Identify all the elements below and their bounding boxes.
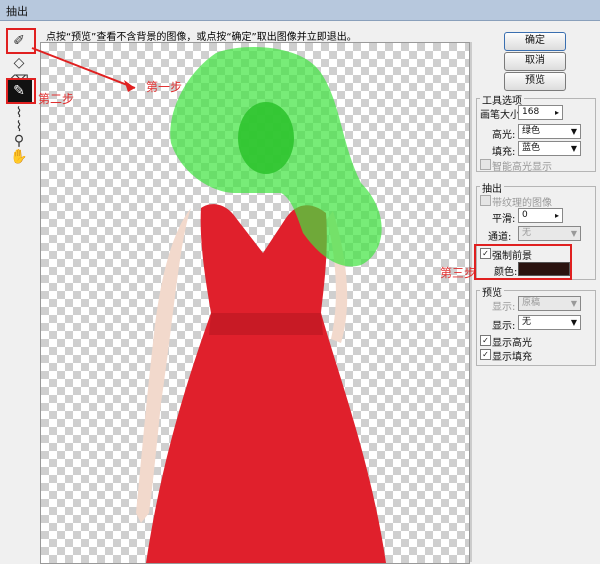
smooth-value: 0 xyxy=(522,210,528,220)
chevron-down-icon: ▼ xyxy=(570,229,577,238)
textured-image-checkbox[interactable] xyxy=(480,195,491,206)
smooth-label: 平滑: xyxy=(492,214,516,225)
show2-select[interactable]: 无 ▼ xyxy=(518,315,581,330)
brush-size-field[interactable]: 168 ▸ xyxy=(518,105,563,120)
show1-value: 原稿 xyxy=(522,298,541,308)
chevron-down-icon: ▼ xyxy=(570,299,577,308)
show-highlight-label: 显示高光 xyxy=(492,338,532,349)
arrow-step1 xyxy=(31,47,136,89)
foreground-color-swatch[interactable] xyxy=(518,262,570,276)
show2-label: 显示: xyxy=(492,321,516,332)
ok-button[interactable]: 确定 xyxy=(504,32,566,51)
highlight-value: 绿色 xyxy=(522,126,541,136)
smart-highlight-checkbox[interactable] xyxy=(480,159,491,170)
force-foreground-label: 强制前景 xyxy=(492,251,532,262)
show-highlight-checkbox[interactable]: ✓ xyxy=(480,335,491,346)
brush-size-value: 168 xyxy=(522,107,540,117)
brush-size-label: 画笔大小: xyxy=(480,110,524,121)
show1-select[interactable]: 原稿 ▼ xyxy=(518,296,581,311)
channel-value: 无 xyxy=(522,228,532,238)
preview-label: 预览 xyxy=(480,284,504,299)
fill-select[interactable]: 蓝色 ▼ xyxy=(518,141,581,156)
annotation-step1: 第一步 xyxy=(146,80,183,94)
show2-value: 无 xyxy=(522,317,532,327)
smooth-arrow-icon[interactable]: ▸ xyxy=(555,209,559,222)
channel-label: 通道: xyxy=(488,232,512,243)
annotation-step3: 第三步 xyxy=(440,266,477,280)
cancel-button[interactable]: 取消 xyxy=(504,52,566,71)
textured-image-label: 带纹理的图像 xyxy=(492,198,552,209)
extract-label: 抽出 xyxy=(480,180,504,195)
channel-select[interactable]: 无 ▼ xyxy=(518,226,581,241)
smart-highlight-label: 智能高光显示 xyxy=(492,162,552,173)
show-fill-label: 显示填充 xyxy=(492,352,532,363)
annotation-step2: 第二步 xyxy=(38,92,75,106)
color-label: 颜色: xyxy=(494,267,518,278)
smooth-field[interactable]: 0 ▸ xyxy=(518,208,563,223)
show1-label: 显示: xyxy=(492,302,516,313)
arrow-head-step1 xyxy=(124,80,135,92)
extract-dialog: 抽出 ✐ ◇ ⌫ ✎ ⌇ ⌇ ⚲ ✋ 点按“预览”查看不含背景的图像，或点按“确… xyxy=(0,0,600,564)
fill-label: 填充: xyxy=(492,147,516,158)
preview-button[interactable]: 预览 xyxy=(504,72,566,91)
show-fill-checkbox[interactable]: ✓ xyxy=(480,349,491,360)
force-foreground-checkbox[interactable]: ✓ xyxy=(480,248,491,259)
chevron-down-icon: ▼ xyxy=(570,144,577,153)
chevron-down-icon: ▼ xyxy=(570,318,577,327)
fill-value: 蓝色 xyxy=(522,143,541,153)
chevron-down-icon: ▼ xyxy=(570,127,577,136)
brush-size-arrow-icon[interactable]: ▸ xyxy=(555,106,559,119)
highlight-select[interactable]: 绿色 ▼ xyxy=(518,124,581,139)
highlight-label: 高光: xyxy=(492,130,516,141)
